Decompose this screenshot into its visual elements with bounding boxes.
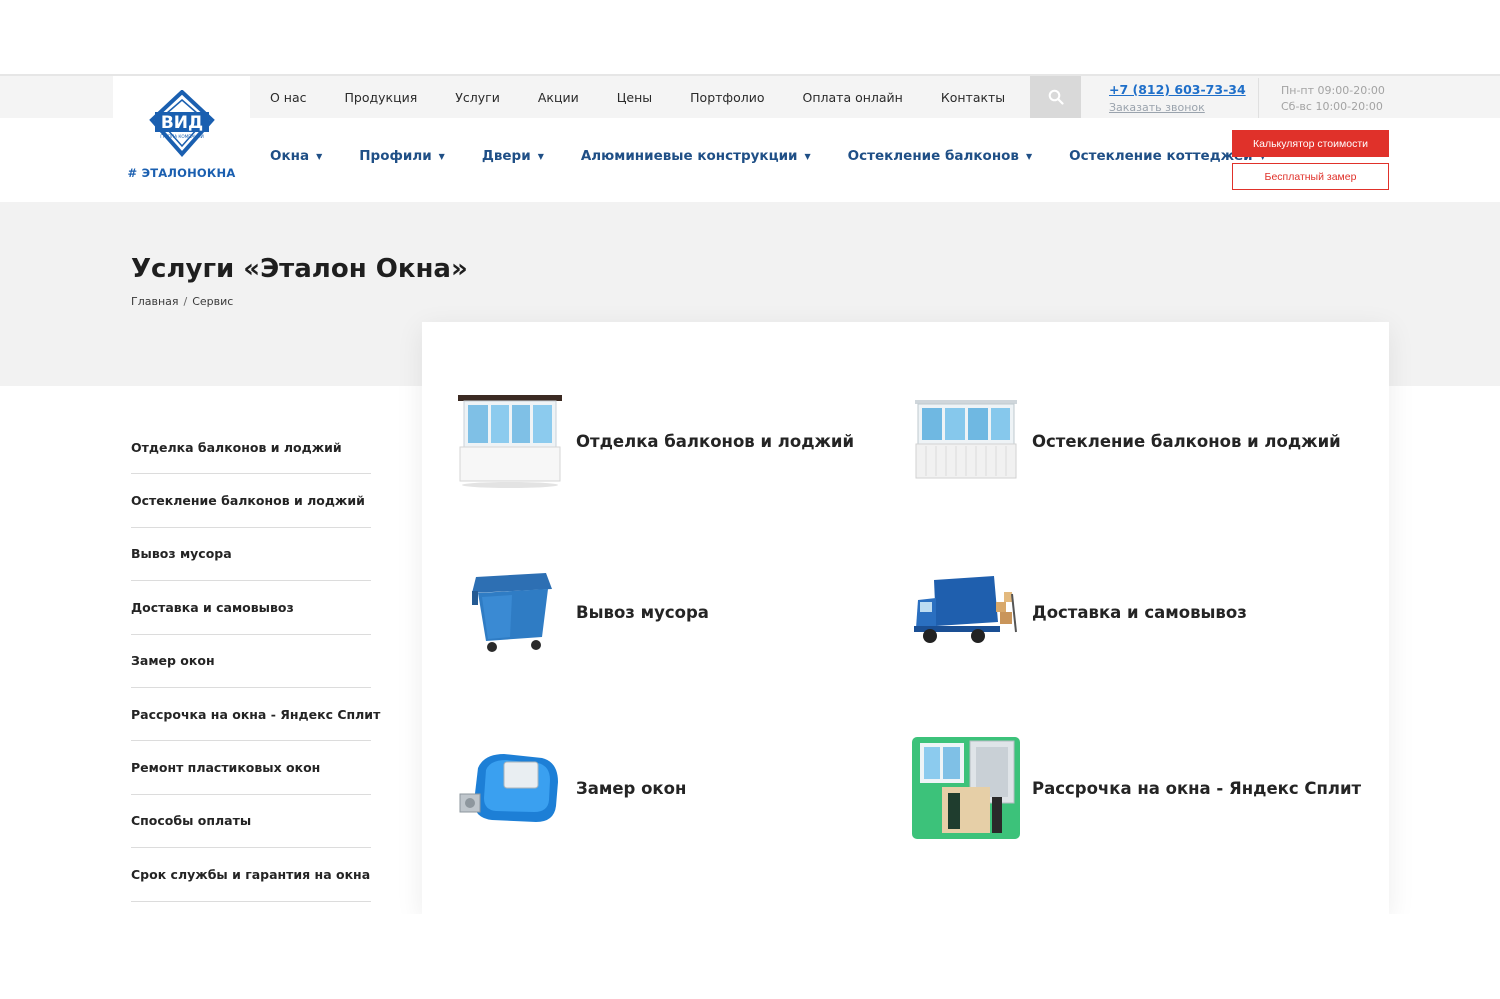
mainnav-doors[interactable]: Двери ▼ (482, 148, 544, 164)
cost-calculator-button[interactable]: Калькулятор стоимости (1232, 130, 1389, 157)
sidebar: Отделка балконов и лоджий Остекление бал… (131, 421, 380, 902)
service-label: Вывоз мусора (576, 602, 709, 622)
topnav-contacts[interactable]: Контакты (941, 90, 1005, 105)
mainnav-aluminium[interactable]: Алюминиевые конструкции ▼ (581, 148, 811, 164)
page-title: Услуги «Эталон Окна» (131, 254, 468, 284)
topnav-online-payment[interactable]: Оплата онлайн (803, 90, 903, 105)
installment-window-icon (910, 736, 1022, 840)
service-label: Рассрочка на окна - Яндекс Сплит (1032, 778, 1362, 798)
topnav-portfolio[interactable]: Портфолио (690, 90, 764, 105)
sidebar-item-waste-removal[interactable]: Вывоз мусора (131, 528, 371, 582)
services-card: Отделка балконов и лоджий Остекление бал… (422, 322, 1389, 915)
breadcrumb-current: Сервис (192, 295, 234, 308)
sidebar-item-balcony-finishing[interactable]: Отделка балконов и лоджий (131, 421, 371, 475)
contact-block: +7 (812) 603-73-34 Заказать звонок (1109, 82, 1246, 114)
service-label: Отделка балконов и лоджий (576, 431, 855, 451)
service-tile-balcony-finishing[interactable]: Отделка балконов и лоджий (454, 389, 854, 493)
chevron-down-icon: ▼ (804, 151, 811, 161)
search-icon (1048, 89, 1064, 105)
svg-text:ВИД: ВИД (160, 113, 202, 133)
service-label: Замер окон (576, 778, 687, 798)
svg-text:ГРУППА КОМПАНИЙ: ГРУППА КОМПАНИЙ (160, 134, 203, 139)
hours-weekday: Пн-пт 09:00-20:00 (1281, 84, 1385, 97)
chevron-down-icon: ▼ (1025, 151, 1033, 161)
mainnav-windows[interactable]: Окна ▼ (270, 148, 322, 164)
sidebar-item-warranty[interactable]: Срок службы и гарантия на окна (131, 848, 371, 902)
sidebar-item-window-repair[interactable]: Ремонт пластиковых окон (131, 741, 371, 795)
balcony-finishing-icon (454, 389, 566, 493)
working-hours: Пн-пт 09:00-20:00 Сб-вс 10:00-20:00 (1281, 83, 1385, 115)
service-tile-delivery[interactable]: Доставка и самовывоз (910, 560, 1247, 664)
mainnav-profiles[interactable]: Профили ▼ (359, 148, 445, 164)
callback-link[interactable]: Заказать звонок (1109, 101, 1246, 114)
balcony-glazing-icon (910, 389, 1022, 493)
chevron-down-icon: ▼ (537, 151, 544, 161)
mainnav-balcony-glazing[interactable]: Остекление балконов ▼ (848, 148, 1032, 164)
service-tile-balcony-glazing[interactable]: Остекление балконов и лоджий (910, 389, 1341, 493)
page-bottom (0, 914, 1500, 999)
search-button[interactable] (1030, 76, 1081, 118)
topnav-prices[interactable]: Цены (617, 90, 652, 105)
sidebar-item-payment-methods[interactable]: Способы оплаты (131, 795, 371, 849)
breadcrumb: Главная / Сервис (131, 295, 233, 308)
main-navigation: Окна ▼ Профили ▼ Двери ▼ Алюминиевые констр… (270, 148, 1303, 164)
service-tile-waste-removal[interactable]: Вывоз мусора (454, 560, 709, 664)
delivery-truck-icon (910, 560, 1022, 664)
trash-container-icon (454, 560, 566, 664)
breadcrumb-separator: / (183, 295, 188, 308)
topnav-services[interactable]: Услуги (455, 90, 500, 105)
logo-caption: # ЭТАЛОНОКНА (127, 166, 236, 180)
logo[interactable]: ВИД ГРУППА КОМПАНИЙ # ЭТАЛОНОКНА (113, 76, 250, 200)
topnav-promotions[interactable]: Акции (538, 90, 579, 105)
breadcrumb-home[interactable]: Главная (131, 295, 179, 308)
free-measure-button[interactable]: Бесплатный замер (1232, 163, 1389, 190)
service-label: Доставка и самовывоз (1032, 602, 1247, 622)
sidebar-item-delivery[interactable]: Доставка и самовывоз (131, 581, 371, 635)
service-tile-installment[interactable]: Рассрочка на окна - Яндекс Сплит (910, 736, 1361, 840)
tape-measure-icon (454, 736, 566, 840)
service-tile-window-measure[interactable]: Замер окон (454, 736, 686, 840)
sidebar-item-window-measure[interactable]: Замер окон (131, 635, 371, 688)
topnav-products[interactable]: Продукция (345, 90, 418, 105)
service-label: Остекление балконов и лоджий (1032, 431, 1341, 451)
phone-link[interactable]: +7 (812) 603-73-34 (1109, 82, 1246, 97)
hours-weekend: Сб-вс 10:00-20:00 (1281, 100, 1383, 113)
top-navigation: О нас Продукция Услуги Акции Цены Портфо… (270, 76, 1043, 118)
chevron-down-icon: ▼ (438, 151, 445, 161)
topnav-about[interactable]: О нас (270, 90, 307, 105)
logo-diamond-icon: ВИД ГРУППА КОМПАНИЙ (148, 90, 215, 158)
sidebar-item-installment[interactable]: Рассрочка на окна - Яндекс Сплит (131, 688, 380, 742)
sidebar-item-balcony-glazing[interactable]: Остекление балконов и лоджий (131, 474, 371, 528)
header-divider (1258, 78, 1259, 118)
chevron-down-icon: ▼ (316, 151, 323, 161)
